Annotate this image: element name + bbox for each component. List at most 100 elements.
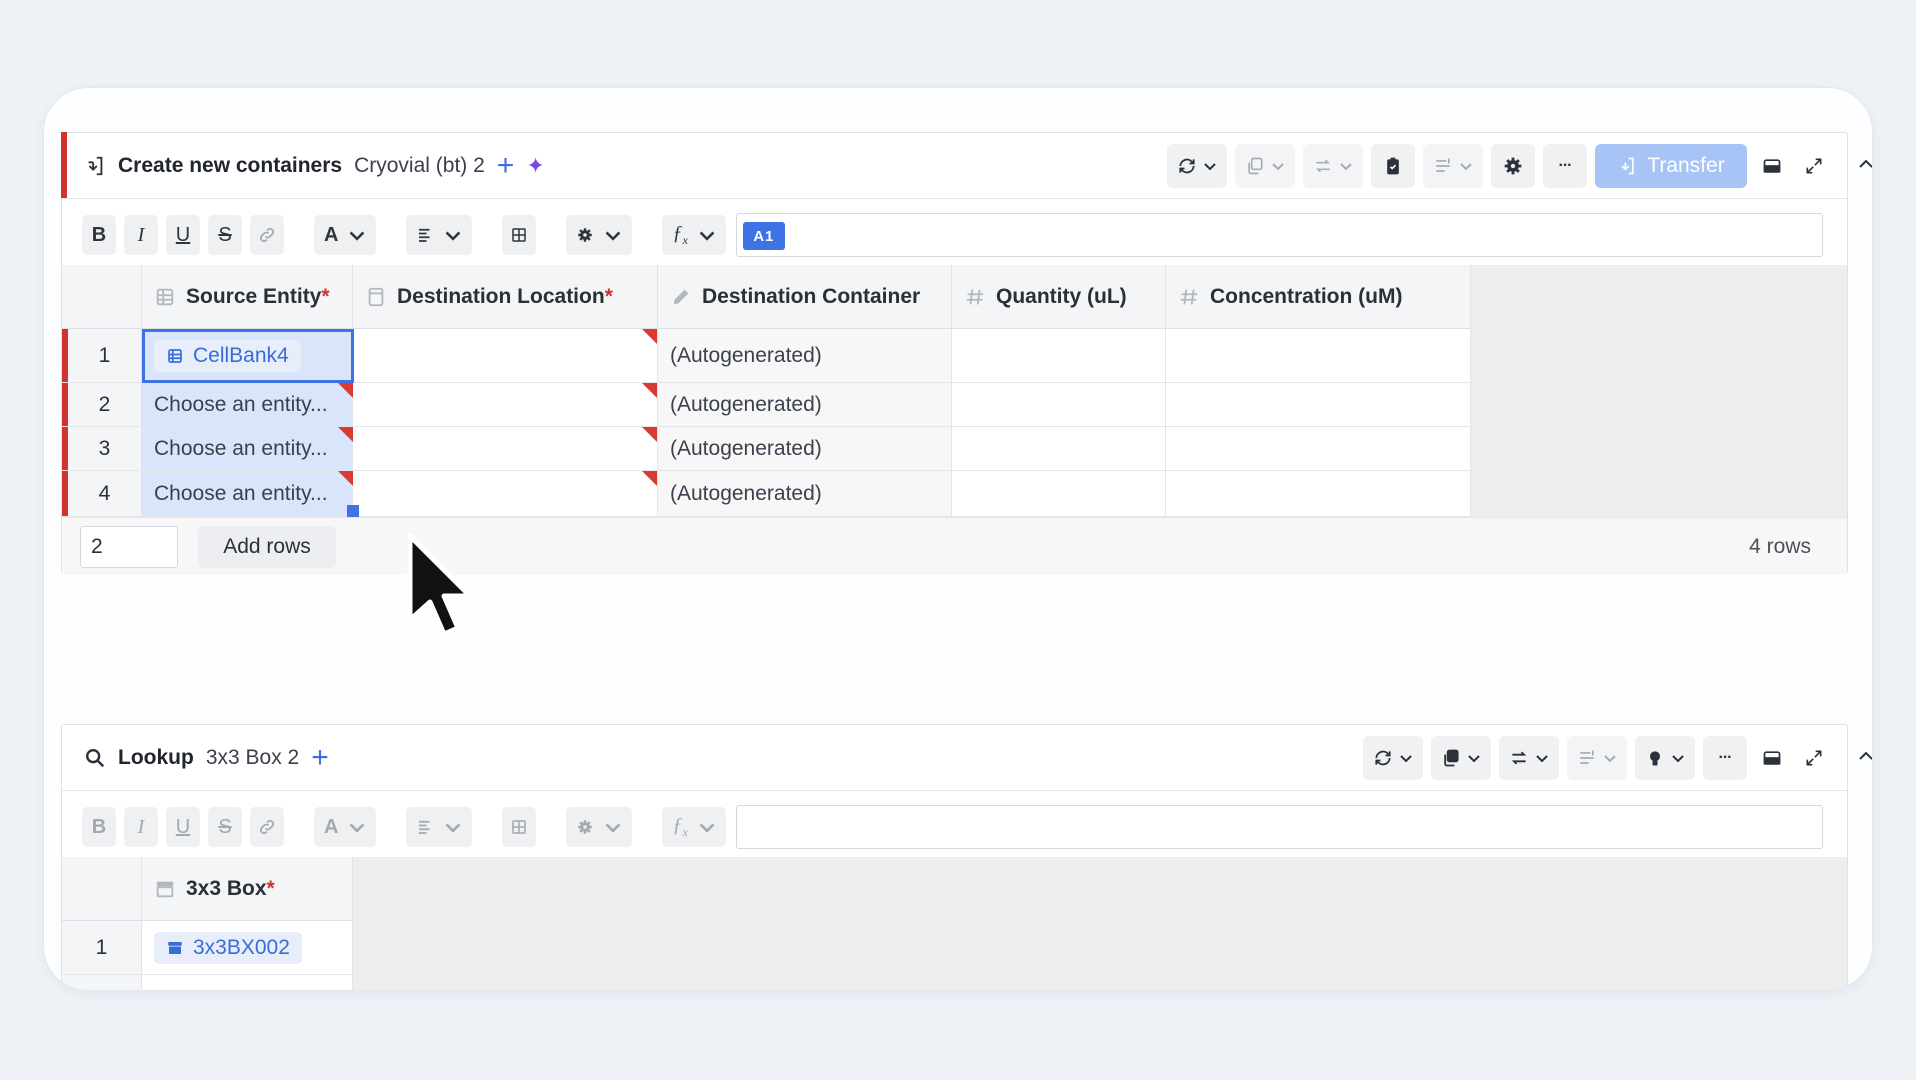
source-entity-cell[interactable]: Choose an entity... xyxy=(142,471,353,516)
link-button[interactable] xyxy=(250,215,284,255)
refresh-dropdown-button[interactable] xyxy=(1167,144,1227,188)
entity-chip[interactable]: 3x3BX002 xyxy=(154,931,302,964)
column-header-destination-container[interactable]: Destination Container xyxy=(658,265,952,329)
expand-button[interactable] xyxy=(1797,736,1831,780)
formula-dropdown[interactable]: ƒx xyxy=(662,215,726,255)
source-entity-cell[interactable]: CellBank4 xyxy=(142,329,353,382)
cell-settings-dropdown[interactable] xyxy=(566,215,633,255)
align-dropdown[interactable] xyxy=(406,807,473,847)
clipboard-button[interactable] xyxy=(1371,144,1415,188)
copy-dropdown-button[interactable] xyxy=(1431,736,1491,780)
table-icon xyxy=(168,348,182,363)
source-entity-cell[interactable]: Choose an entity... xyxy=(142,427,353,470)
dock-panel-button[interactable] xyxy=(1755,144,1789,188)
chevron-down-icon xyxy=(350,823,365,833)
collapse-up-icon[interactable] xyxy=(1857,155,1872,173)
underline-button[interactable]: U xyxy=(166,215,200,255)
font-dropdown[interactable]: A xyxy=(314,215,377,255)
quantity-cell[interactable] xyxy=(952,471,1166,516)
panel-subtitle[interactable]: Cryovial (bt) 2 xyxy=(354,154,485,178)
hint-dropdown-button[interactable] xyxy=(1635,736,1695,780)
containers-grid: Source Entity* Destination Location* Des… xyxy=(62,265,1847,517)
column-header-concentration[interactable]: Concentration (uM) xyxy=(1166,265,1471,329)
column-header-quantity[interactable]: Quantity (uL) xyxy=(952,265,1166,329)
transfer-button[interactable]: Transfer xyxy=(1595,144,1747,188)
bold-button[interactable]: B xyxy=(82,807,116,847)
row-number-header xyxy=(62,265,142,329)
concentration-cell[interactable] xyxy=(1166,383,1471,426)
font-icon: A xyxy=(324,815,339,838)
add-rows-button[interactable]: Add rows xyxy=(198,526,336,568)
chevron-down-icon xyxy=(1604,755,1616,763)
strikethrough-button[interactable]: S xyxy=(208,807,242,847)
entity-chip[interactable]: CellBank4 xyxy=(154,339,301,372)
font-dropdown[interactable]: A xyxy=(314,807,377,847)
cell-settings-dropdown[interactable] xyxy=(566,807,633,847)
swap-dropdown-button[interactable] xyxy=(1499,736,1559,780)
formula-input[interactable] xyxy=(735,805,1823,849)
destination-container-cell[interactable]: (Autogenerated) xyxy=(658,383,952,426)
quantity-cell[interactable] xyxy=(952,329,1166,382)
underline-button[interactable]: U xyxy=(166,807,200,847)
destination-location-cell[interactable] xyxy=(353,329,658,382)
more-options-button[interactable]: ··· xyxy=(1703,736,1747,780)
create-containers-panel: Create new containers Cryovial (bt) 2 + … xyxy=(61,132,1872,575)
row-count-label: 4 rows xyxy=(1749,535,1811,558)
expand-button[interactable] xyxy=(1797,144,1831,188)
grid-button[interactable] xyxy=(502,807,537,847)
chevron-down-icon xyxy=(1460,163,1472,171)
italic-button[interactable]: I xyxy=(124,807,158,847)
bold-button[interactable]: B xyxy=(82,215,116,255)
sort-dropdown-button[interactable] xyxy=(1567,736,1627,780)
dock-panel-button[interactable] xyxy=(1755,736,1789,780)
quantity-cell[interactable] xyxy=(952,383,1166,426)
ai-sparkle-icon[interactable]: ✦ xyxy=(526,153,544,179)
concentration-cell[interactable] xyxy=(1166,329,1471,382)
row-count-input[interactable] xyxy=(80,526,178,568)
source-entity-cell[interactable]: Choose an entity... xyxy=(142,383,353,426)
grid-button[interactable] xyxy=(502,215,537,255)
link-button[interactable] xyxy=(250,807,284,847)
column-header-source-entity[interactable]: Source Entity* xyxy=(142,265,353,329)
lightbulb-icon xyxy=(1650,751,1660,766)
panel-subtitle[interactable]: 3x3 Box 2 xyxy=(206,746,299,770)
box-cell[interactable]: 3x3BX002 xyxy=(142,921,353,974)
quantity-cell[interactable] xyxy=(952,427,1166,470)
fill-handle[interactable] xyxy=(347,505,359,517)
refresh-dropdown-button[interactable] xyxy=(1363,736,1423,780)
formula-input[interactable]: A1 xyxy=(735,213,1823,257)
add-schema-button[interactable]: + xyxy=(311,743,329,773)
destination-container-cell[interactable]: (Autogenerated) xyxy=(658,471,952,516)
sort-dropdown-button[interactable] xyxy=(1423,144,1483,188)
column-header-box[interactable]: 3x3 Box* xyxy=(142,857,353,921)
more-options-button[interactable]: ··· xyxy=(1543,144,1587,188)
hash-icon xyxy=(966,289,984,304)
swap-dropdown-button[interactable] xyxy=(1303,144,1363,188)
row-number: 1 xyxy=(62,921,142,974)
destination-container-cell[interactable]: (Autogenerated) xyxy=(658,427,952,470)
box-cell[interactable] xyxy=(142,975,353,990)
grid-icon xyxy=(512,228,527,242)
destination-location-cell[interactable] xyxy=(353,383,658,426)
concentration-cell[interactable] xyxy=(1166,471,1471,516)
collapse-up-icon[interactable] xyxy=(1857,747,1872,765)
align-dropdown[interactable] xyxy=(406,215,473,255)
chevron-down-icon xyxy=(1400,755,1412,763)
link-icon xyxy=(260,228,274,242)
destination-location-cell[interactable] xyxy=(353,471,658,516)
destination-location-cell[interactable] xyxy=(353,427,658,470)
chevron-down-icon xyxy=(1340,163,1352,171)
strikethrough-button[interactable]: S xyxy=(208,215,242,255)
row-number xyxy=(62,975,142,990)
row-number: 3 xyxy=(62,427,142,470)
formula-dropdown[interactable]: ƒx xyxy=(662,807,726,847)
concentration-cell[interactable] xyxy=(1166,427,1471,470)
table-row: 1 3x3BX002 xyxy=(62,921,353,975)
italic-button[interactable]: I xyxy=(124,215,158,255)
column-header-destination-location[interactable]: Destination Location* xyxy=(353,265,658,329)
destination-container-cell[interactable]: (Autogenerated) xyxy=(658,329,952,382)
settings-button[interactable] xyxy=(1491,144,1535,188)
required-flag xyxy=(338,471,353,486)
add-schema-button[interactable]: + xyxy=(497,151,515,181)
copy-dropdown-button[interactable] xyxy=(1235,144,1295,188)
